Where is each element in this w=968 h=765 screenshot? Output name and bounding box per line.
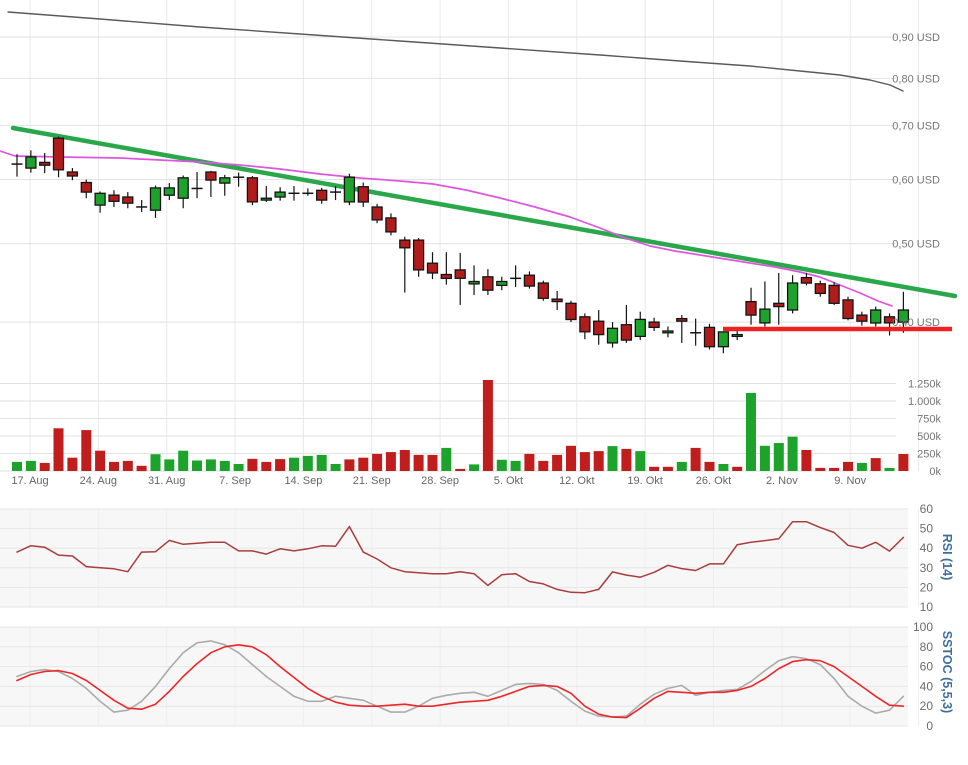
svg-text:21. Sep: 21. Sep xyxy=(353,475,391,487)
candlestick-volume-rsi-sstoc-chart[interactable]: 0,90 USD 0,80 USD 0,70 USD 0,60 USD 0,50 USD… xyxy=(0,0,968,765)
stock-chart-root[interactable]: 0,90 USD 0,80 USD 0,70 USD 0,60 USD 0,50 USD… xyxy=(0,0,968,765)
svg-text:0k: 0k xyxy=(929,466,941,478)
svg-text:60: 60 xyxy=(920,660,934,674)
svg-text:SSTOC (5,5,3): SSTOC (5,5,3) xyxy=(940,631,954,713)
svg-text:28. Sep: 28. Sep xyxy=(421,475,459,487)
candlestick-series xyxy=(11,136,910,354)
svg-text:0,60 USD: 0,60 USD xyxy=(892,175,940,187)
svg-text:0: 0 xyxy=(926,719,933,733)
svg-text:20: 20 xyxy=(920,699,934,713)
svg-text:24. Aug: 24. Aug xyxy=(80,475,117,487)
svg-text:12. Okt: 12. Okt xyxy=(559,475,594,487)
svg-text:0,90 USD: 0,90 USD xyxy=(892,32,940,44)
svg-text:500k: 500k xyxy=(917,431,941,443)
svg-text:40: 40 xyxy=(920,541,934,555)
svg-text:50: 50 xyxy=(920,522,934,536)
trend-line xyxy=(10,125,958,299)
svg-text:17. Aug: 17. Aug xyxy=(11,475,48,487)
svg-text:80: 80 xyxy=(920,640,934,654)
panel-titles: RSI (14) SSTOC (5,5,3) xyxy=(940,534,954,713)
svg-text:1.000k: 1.000k xyxy=(908,396,942,408)
svg-text:7. Sep: 7. Sep xyxy=(219,475,251,487)
svg-text:14. Sep: 14. Sep xyxy=(284,475,322,487)
horizontal-gridlines xyxy=(0,36,908,727)
svg-text:10: 10 xyxy=(920,600,934,614)
svg-text:0,40 USD: 0,40 USD xyxy=(892,317,940,329)
svg-text:RSI (14): RSI (14) xyxy=(940,534,954,581)
vertical-gridlines xyxy=(29,0,920,726)
svg-text:250k: 250k xyxy=(917,449,941,461)
svg-text:750k: 750k xyxy=(917,414,941,426)
svg-text:19. Okt: 19. Okt xyxy=(627,475,662,487)
svg-text:20: 20 xyxy=(920,580,934,594)
svg-text:30: 30 xyxy=(920,561,934,575)
svg-text:60: 60 xyxy=(920,502,934,516)
svg-text:100: 100 xyxy=(913,620,933,634)
rsi-axis-labels: 60 50 40 30 20 10 xyxy=(920,502,934,614)
benchmark-line xyxy=(7,11,904,92)
svg-text:40: 40 xyxy=(920,679,934,693)
date-axis-labels: 17. Aug 24. Aug 31. Aug 7. Sep 14. Sep 21. Se… xyxy=(11,475,866,487)
svg-text:0,80 USD: 0,80 USD xyxy=(892,73,940,85)
svg-text:1.250k: 1.250k xyxy=(908,379,942,391)
volume-series xyxy=(12,380,909,472)
svg-text:0,50 USD: 0,50 USD xyxy=(892,239,940,251)
svg-text:9. Nov: 9. Nov xyxy=(834,475,866,487)
volume-axis-labels: 1.250k 1.000k 750k 500k 250k 0k xyxy=(908,379,942,479)
svg-text:0,70 USD: 0,70 USD xyxy=(892,120,940,132)
svg-text:2. Nov: 2. Nov xyxy=(766,475,798,487)
sstoc-axis-labels: 100 80 60 40 20 0 xyxy=(913,620,933,733)
svg-text:26. Okt: 26. Okt xyxy=(696,475,731,487)
svg-text:5. Okt: 5. Okt xyxy=(494,475,523,487)
svg-text:31. Aug: 31. Aug xyxy=(148,475,185,487)
